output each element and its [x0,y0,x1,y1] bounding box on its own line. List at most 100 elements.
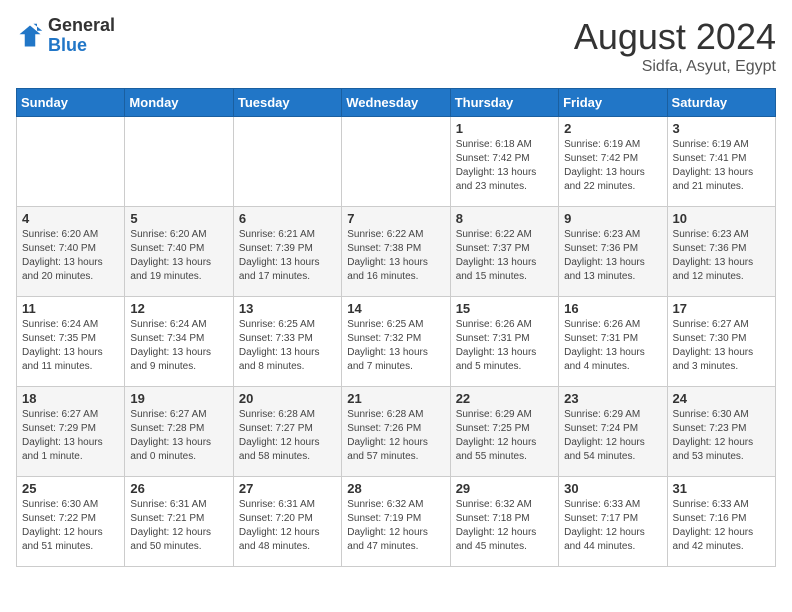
weekday-header-friday: Friday [559,89,667,117]
day-info: Sunrise: 6:20 AM Sunset: 7:40 PM Dayligh… [130,228,227,284]
day-info: Sunrise: 6:26 AM Sunset: 7:31 PM Dayligh… [456,318,553,374]
calendar-table: SundayMondayTuesdayWednesdayThursdayFrid… [16,88,776,567]
calendar-cell: 21 Sunrise: 6:28 AM Sunset: 7:26 PM Dayli… [342,387,450,477]
calendar-cell: 4 Sunrise: 6:20 AM Sunset: 7:40 PM Daylig… [17,207,125,297]
calendar-cell: 11 Sunrise: 6:24 AM Sunset: 7:35 PM Dayli… [17,297,125,387]
calendar-cell: 22Sunrise: 6:29 AM Sunset: 7:25 PM Dayli… [450,387,558,477]
day-number: 5 [130,211,227,226]
weekday-header-monday: Monday [125,89,233,117]
day-info: Sunrise: 6:28 AM Sunset: 7:26 PM Dayligh… [347,408,444,464]
calendar-cell: 17 Sunrise: 6:27 AM Sunset: 7:30 PM Dayli… [667,297,775,387]
calendar-cell: 30 Sunrise: 6:33 AM Sunset: 7:17 PM Dayli… [559,477,667,567]
day-number: 21 [347,391,444,406]
calendar-cell: 14Sunrise: 6:25 AM Sunset: 7:32 PM Dayli… [342,297,450,387]
calendar-cell: 8 Sunrise: 6:22 AM Sunset: 7:37 PM Daylig… [450,207,558,297]
day-info: Sunrise: 6:26 AM Sunset: 7:31 PM Dayligh… [564,318,661,374]
day-info: Sunrise: 6:18 AM Sunset: 7:42 PM Dayligh… [456,138,553,194]
day-info: Sunrise: 6:27 AM Sunset: 7:30 PM Dayligh… [673,318,770,374]
day-info: Sunrise: 6:33 AM Sunset: 7:16 PM Dayligh… [673,498,770,554]
calendar-cell: 1Sunrise: 6:18 AM Sunset: 7:42 PM Daylig… [450,117,558,207]
calendar-cell: 7 Sunrise: 6:22 AM Sunset: 7:38 PM Daylig… [342,207,450,297]
weekday-header-sunday: Sunday [17,89,125,117]
calendar-cell: 28Sunrise: 6:32 AM Sunset: 7:19 PM Dayli… [342,477,450,567]
day-number: 4 [22,211,119,226]
calendar-cell: 29 Sunrise: 6:32 AM Sunset: 7:18 PM Dayli… [450,477,558,567]
calendar-cell: 2 Sunrise: 6:19 AM Sunset: 7:42 PM Daylig… [559,117,667,207]
day-info: Sunrise: 6:33 AM Sunset: 7:17 PM Dayligh… [564,498,661,554]
day-info: Sunrise: 6:32 AM Sunset: 7:18 PM Dayligh… [456,498,553,554]
day-number: 20 [239,391,336,406]
calendar-cell [125,117,233,207]
day-info: Sunrise: 6:27 AM Sunset: 7:29 PM Dayligh… [22,408,119,464]
day-info: Sunrise: 6:24 AM Sunset: 7:34 PM Dayligh… [130,318,227,374]
day-info: Sunrise: 6:22 AM Sunset: 7:37 PM Dayligh… [456,228,553,284]
weekday-header-wednesday: Wednesday [342,89,450,117]
day-number: 14 [347,301,444,316]
calendar-cell: 3 Sunrise: 6:19 AM Sunset: 7:41 PM Daylig… [667,117,775,207]
calendar-cell: 23 Sunrise: 6:29 AM Sunset: 7:24 PM Dayli… [559,387,667,477]
day-number: 19 [130,391,227,406]
weekday-header-tuesday: Tuesday [233,89,341,117]
day-info: Sunrise: 6:28 AM Sunset: 7:27 PM Dayligh… [239,408,336,464]
week-row-3: 11 Sunrise: 6:24 AM Sunset: 7:35 PM Dayli… [17,297,776,387]
day-number: 8 [456,211,553,226]
day-info: Sunrise: 6:24 AM Sunset: 7:35 PM Dayligh… [22,318,119,374]
day-info: Sunrise: 6:22 AM Sunset: 7:38 PM Dayligh… [347,228,444,284]
day-info: Sunrise: 6:19 AM Sunset: 7:42 PM Dayligh… [564,138,661,194]
calendar-cell [17,117,125,207]
day-number: 23 [564,391,661,406]
calendar-cell [342,117,450,207]
day-number: 3 [673,121,770,136]
day-number: 16 [564,301,661,316]
day-info: Sunrise: 6:25 AM Sunset: 7:33 PM Dayligh… [239,318,336,374]
day-number: 10 [673,211,770,226]
day-info: Sunrise: 6:32 AM Sunset: 7:19 PM Dayligh… [347,498,444,554]
day-number: 12 [130,301,227,316]
day-info: Sunrise: 6:21 AM Sunset: 7:39 PM Dayligh… [239,228,336,284]
weekday-header-thursday: Thursday [450,89,558,117]
day-number: 29 [456,481,553,496]
week-row-2: 4 Sunrise: 6:20 AM Sunset: 7:40 PM Daylig… [17,207,776,297]
day-info: Sunrise: 6:30 AM Sunset: 7:22 PM Dayligh… [22,498,119,554]
calendar-cell: 25 Sunrise: 6:30 AM Sunset: 7:22 PM Dayli… [17,477,125,567]
title-block: August 2024 Sidfa, Asyut, Egypt [574,16,776,76]
day-info: Sunrise: 6:19 AM Sunset: 7:41 PM Dayligh… [673,138,770,194]
logo-text: General Blue [48,16,115,56]
logo-blue: Blue [48,35,87,55]
page-header: General Blue August 2024 Sidfa, Asyut, E… [16,16,776,76]
calendar-cell [233,117,341,207]
day-info: Sunrise: 6:23 AM Sunset: 7:36 PM Dayligh… [564,228,661,284]
day-number: 26 [130,481,227,496]
calendar-cell: 18 Sunrise: 6:27 AM Sunset: 7:29 PM Dayli… [17,387,125,477]
day-info: Sunrise: 6:29 AM Sunset: 7:24 PM Dayligh… [564,408,661,464]
day-info: Sunrise: 6:31 AM Sunset: 7:21 PM Dayligh… [130,498,227,554]
day-number: 11 [22,301,119,316]
weekday-header-saturday: Saturday [667,89,775,117]
day-number: 17 [673,301,770,316]
calendar-cell: 31 Sunrise: 6:33 AM Sunset: 7:16 PM Dayli… [667,477,775,567]
day-info: Sunrise: 6:27 AM Sunset: 7:28 PM Dayligh… [130,408,227,464]
week-row-5: 25 Sunrise: 6:30 AM Sunset: 7:22 PM Dayli… [17,477,776,567]
week-row-4: 18 Sunrise: 6:27 AM Sunset: 7:29 PM Dayli… [17,387,776,477]
day-number: 30 [564,481,661,496]
calendar-cell: 12 Sunrise: 6:24 AM Sunset: 7:34 PM Dayli… [125,297,233,387]
calendar-cell: 24Sunrise: 6:30 AM Sunset: 7:23 PM Dayli… [667,387,775,477]
location: Sidfa, Asyut, Egypt [574,58,776,76]
day-number: 25 [22,481,119,496]
logo-icon [16,22,44,50]
logo: General Blue [16,16,115,56]
day-info: Sunrise: 6:31 AM Sunset: 7:20 PM Dayligh… [239,498,336,554]
calendar-cell: 6 Sunrise: 6:21 AM Sunset: 7:39 PM Daylig… [233,207,341,297]
day-number: 24 [673,391,770,406]
day-number: 18 [22,391,119,406]
day-number: 7 [347,211,444,226]
calendar-cell: 15Sunrise: 6:26 AM Sunset: 7:31 PM Dayli… [450,297,558,387]
day-number: 22 [456,391,553,406]
day-info: Sunrise: 6:23 AM Sunset: 7:36 PM Dayligh… [673,228,770,284]
day-number: 31 [673,481,770,496]
day-number: 2 [564,121,661,136]
day-number: 27 [239,481,336,496]
day-number: 6 [239,211,336,226]
day-info: Sunrise: 6:20 AM Sunset: 7:40 PM Dayligh… [22,228,119,284]
calendar-cell: 16 Sunrise: 6:26 AM Sunset: 7:31 PM Dayli… [559,297,667,387]
